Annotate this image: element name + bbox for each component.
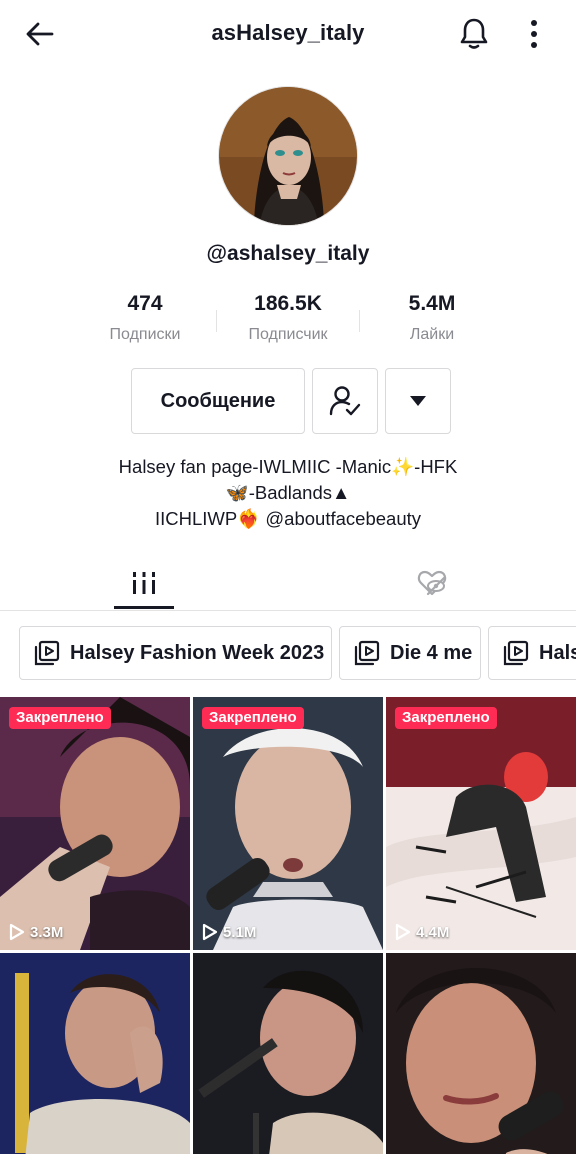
bio-line: 🦋-Badlands▲ [225,482,351,503]
profile-stats: 474 Подписки 186.5K Подписчик 5.4M Лайки [80,290,496,354]
user-check-icon [329,386,361,416]
profile-bio: Halsey fan page-IWLMIIC -Manic✨-HFK 🦋-Ba… [0,454,576,532]
divider [216,310,217,332]
playlist-label: Halsey Fashion Week 2023 [70,641,325,664]
profile-tabs [0,556,576,611]
video-thumbnail[interactable]: Закреплено 5.1M [193,697,383,950]
view-count-value: 5.1M [223,923,257,941]
thumbnail-image [0,697,190,950]
play-icon [202,923,218,941]
active-tab-indicator [114,606,174,609]
playlists-row: Halsey Fashion Week 2023 Die 4 me Halsey [0,626,576,682]
bio-line[interactable]: IICHLIWP❤️‍🔥 @aboutfacebeauty [0,506,576,532]
playlist-icon [503,640,529,666]
playlist-label: Die 4 me [390,641,473,664]
playlist-chip[interactable]: Die 4 me [339,626,481,680]
play-icon [395,923,411,941]
caret-down-icon [410,396,426,406]
tab-liked[interactable] [288,556,576,610]
playlist-icon [354,640,380,666]
video-thumbnail[interactable] [386,953,576,1154]
view-count-value: 4.4M [416,923,450,941]
message-button[interactable]: Сообщение [131,368,305,434]
pinned-badge: Закреплено [395,707,497,729]
playlist-label: Halsey [539,641,576,664]
view-count: 5.1M [202,923,256,941]
playlist-chip[interactable]: Halsey [488,626,576,680]
more-vertical-icon [531,20,537,48]
stat-followers[interactable]: 186.5K Подписчик [218,290,358,344]
divider [359,310,360,332]
stat-label: Подписки [109,326,181,343]
heart-eye-slash-icon [417,570,447,596]
pinned-badge: Закреплено [9,707,111,729]
thumbnail-image [193,953,383,1154]
avatar[interactable] [218,86,358,226]
suggested-accounts-button[interactable] [385,368,451,434]
video-thumbnail[interactable] [193,953,383,1154]
notifications-button[interactable] [454,14,494,54]
bell-icon [460,18,488,49]
top-bar: asHalsey_italy [0,0,576,68]
thumbnail-image [193,697,383,950]
video-thumbnail[interactable]: Закреплено 4.4M [386,697,576,950]
stat-label: Лайки [409,326,455,343]
more-options-button[interactable] [514,14,554,54]
view-count: 4.4M [395,923,449,941]
playlist-icon [34,640,60,666]
stat-value: 5.4M [408,292,456,315]
video-thumbnail[interactable]: Закреплено 3.3M [0,697,190,950]
bio-line: Halsey fan page-IWLMIIC -Manic✨-HFK [118,456,458,477]
username: @ashalsey_italy [206,242,370,265]
thumbnail-image [0,953,190,1154]
stat-likes[interactable]: 5.4M Лайки [362,290,502,344]
stat-label: Подписчик [248,326,328,343]
pinned-badge: Закреплено [202,707,304,729]
tab-videos[interactable] [0,556,288,610]
video-thumbnail[interactable] [0,953,190,1154]
view-count: 3.3M [9,923,63,941]
stat-value: 474 [127,292,163,315]
stat-following[interactable]: 474 Подписки [75,290,215,344]
video-grid: Закреплено 3.3M Закреплено 5.1M Закрепле… [0,697,576,1154]
playlist-chip[interactable]: Halsey Fashion Week 2023 [19,626,332,680]
play-icon [9,923,25,941]
thumbnail-image [386,697,576,950]
following-button[interactable] [312,368,378,434]
stat-value: 186.5K [254,292,322,315]
grid-bars-icon [133,572,155,594]
view-count-value: 3.3M [30,923,64,941]
thumbnail-image [386,953,576,1154]
